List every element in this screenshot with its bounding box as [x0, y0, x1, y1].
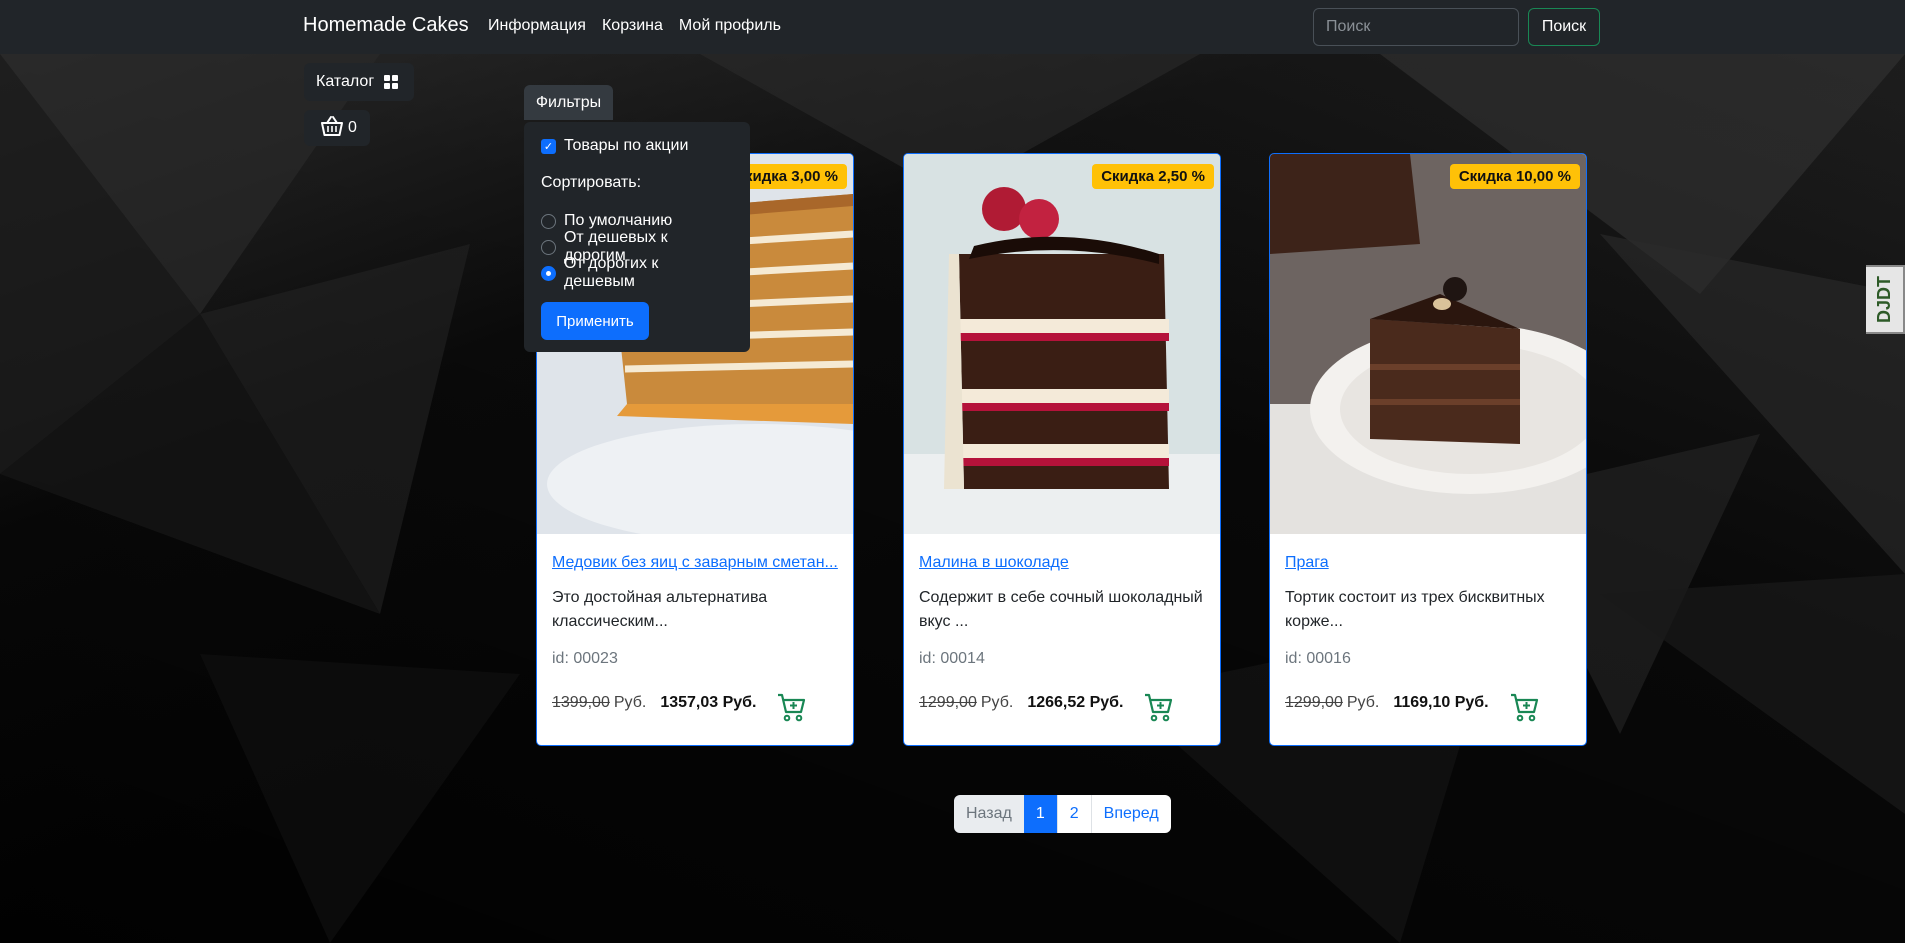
- currency: Руб.: [1346, 694, 1380, 711]
- pagination-next[interactable]: Вперед: [1090, 795, 1171, 833]
- discount-badge: Скидка 2,50 %: [1092, 164, 1214, 189]
- product-card: Скидка 2,50 % Малина в шоколаде Содержит…: [903, 153, 1221, 746]
- add-to-cart-icon[interactable]: [1143, 692, 1173, 727]
- promo-checkbox[interactable]: ✓: [541, 138, 556, 154]
- product-image[interactable]: Скидка 2,50 %: [904, 154, 1220, 534]
- product-id: id: 00016: [1285, 650, 1351, 667]
- nav-links: Информация Корзина Мой профиль: [488, 17, 781, 35]
- search-button[interactable]: Поиск: [1528, 8, 1600, 46]
- currency: Руб.: [980, 694, 1014, 711]
- filter-dropdown: ✓ Товары по акции Сортировать: По умолча…: [524, 122, 750, 352]
- add-to-cart-icon[interactable]: [776, 692, 806, 727]
- grid-icon: [384, 75, 399, 89]
- old-price: 1299,00: [1285, 694, 1343, 711]
- cart-count: 0: [348, 119, 357, 136]
- product-description: Содержит в себе сочный шоколадный вкус .…: [919, 589, 1203, 630]
- price-row: 1399,00 Руб. 1357,03 Руб.: [552, 688, 838, 722]
- product-title-link[interactable]: Малина в шоколаде: [919, 554, 1205, 572]
- new-price: 1169,10 Руб.: [1393, 694, 1489, 711]
- nav-link-profile[interactable]: Мой профиль: [679, 17, 781, 35]
- new-price: 1357,03 Руб.: [660, 694, 757, 711]
- apply-filters-button[interactable]: Применить: [541, 302, 649, 340]
- product-image[interactable]: Скидка 10,00 %: [1270, 154, 1586, 534]
- nav-link-info[interactable]: Информация: [488, 17, 586, 35]
- price-row: 1299,00 Руб. 1169,10 Руб.: [1285, 688, 1571, 722]
- pagination-page-2[interactable]: 2: [1056, 795, 1091, 833]
- catalog-button[interactable]: Каталог: [304, 63, 414, 101]
- old-price: 1299,00: [919, 694, 977, 711]
- sort-radio[interactable]: [541, 239, 556, 255]
- product-description: Это достойная альтернатива классическим.…: [552, 589, 768, 630]
- product-card: Скидка 10,00 % Прага Тортик состоит из т…: [1269, 153, 1587, 746]
- pagination: Назад 1 2 Вперед: [954, 795, 1171, 833]
- product-id: id: 00014: [919, 650, 985, 667]
- currency: Руб.: [613, 694, 647, 711]
- sort-label: Сортировать:: [541, 174, 642, 191]
- search-input[interactable]: [1313, 8, 1519, 46]
- promo-checkbox-label: Товары по акции: [564, 137, 689, 154]
- promo-checkbox-row[interactable]: ✓ Товары по акции: [541, 134, 733, 158]
- sort-option-label: От дорогих к дешевым: [563, 255, 659, 290]
- debug-toolbar-tab[interactable]: DJDT: [1866, 265, 1905, 334]
- sort-option-desc[interactable]: От дорогих к дешевым: [541, 255, 733, 290]
- nav-link-cart[interactable]: Корзина: [602, 17, 663, 35]
- catalog-label: Каталог: [316, 73, 375, 90]
- product-title-link[interactable]: Прага: [1285, 554, 1571, 572]
- sort-radio[interactable]: [541, 213, 556, 229]
- product-description: Тортик состоит из трех бисквитных корже.…: [1285, 589, 1545, 630]
- new-price: 1266,52 Руб.: [1027, 694, 1124, 711]
- add-to-cart-icon[interactable]: [1509, 692, 1539, 727]
- basket-icon: [320, 115, 344, 142]
- price-row: 1299,00 Руб. 1266,52 Руб.: [919, 688, 1205, 722]
- old-price: 1399,00: [552, 694, 610, 711]
- brand-link[interactable]: Homemade Cakes: [303, 14, 469, 37]
- sort-radio-selected[interactable]: [541, 265, 556, 281]
- pagination-prev[interactable]: Назад: [954, 795, 1024, 833]
- sort-option-label: По умолчанию: [564, 212, 673, 229]
- product-id: id: 00023: [552, 650, 618, 667]
- product-title-link[interactable]: Медовик без яиц с заварным сметан...: [552, 554, 838, 572]
- discount-badge: Скидка 10,00 %: [1449, 164, 1580, 189]
- pagination-page-1[interactable]: 1: [1023, 795, 1057, 833]
- filters-button[interactable]: Фильтры: [524, 85, 613, 120]
- cart-button[interactable]: 0: [304, 110, 370, 146]
- top-navbar: Homemade Cakes Информация Корзина Мой пр…: [0, 0, 1905, 54]
